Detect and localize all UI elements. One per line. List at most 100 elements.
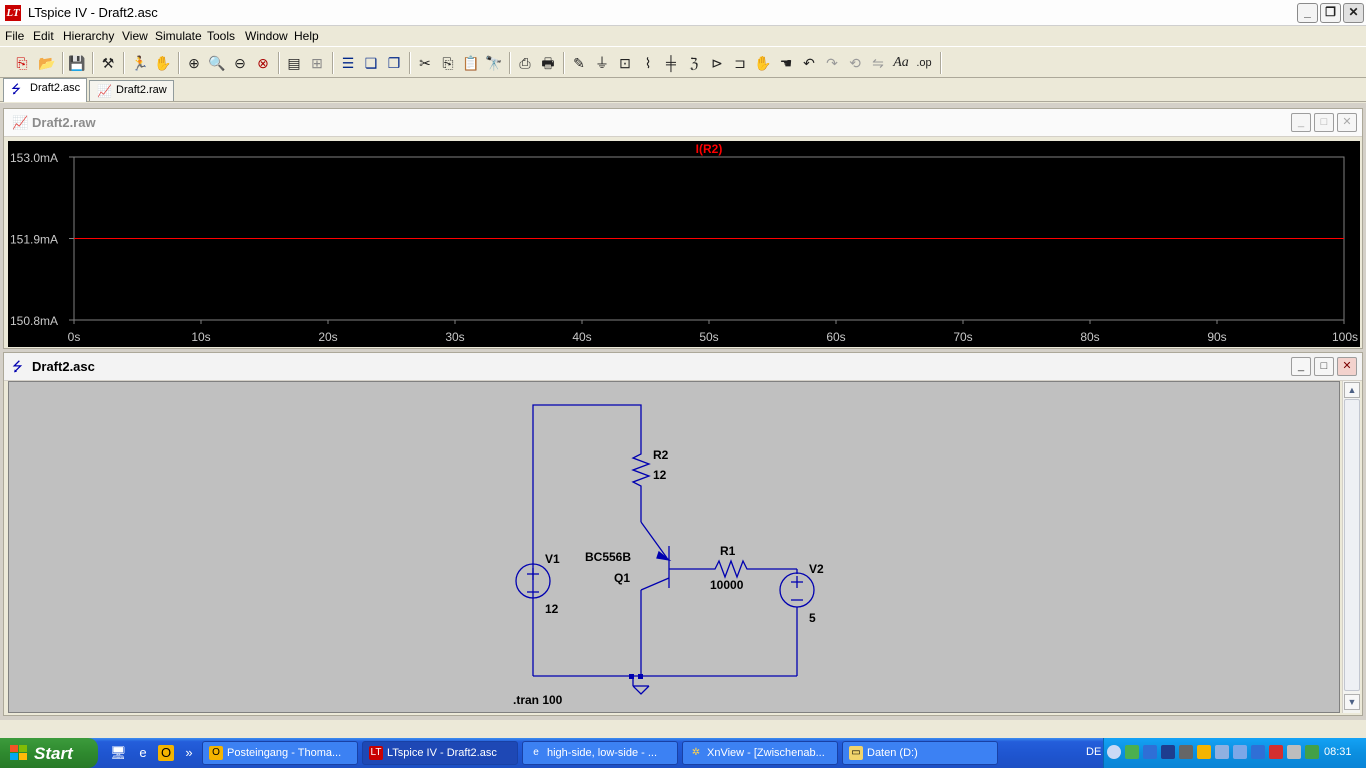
usb-icon[interactable] <box>1287 745 1301 759</box>
vertical-scrollbar[interactable]: ▲ ▼ <box>1342 381 1360 713</box>
pen-icon[interactable] <box>1215 745 1229 759</box>
menu-hierarchy[interactable]: Hierarchy <box>63 29 114 43</box>
close-button[interactable]: ✕ <box>1343 3 1364 23</box>
task-daten[interactable]: ▭ Daten (D:) <box>842 741 998 765</box>
draw-wire-icon[interactable]: ✎ <box>569 53 589 73</box>
control-panel-icon[interactable]: ⚒ <box>98 53 118 73</box>
menu-window[interactable]: Window <box>245 29 288 43</box>
outlook-icon[interactable]: O <box>158 745 174 761</box>
print-preview-icon[interactable]: ⎙ <box>515 53 535 73</box>
resistor-r2[interactable] <box>631 448 651 522</box>
language-indicator[interactable]: DE <box>1086 746 1101 758</box>
maximize-button[interactable]: □ <box>1314 357 1334 376</box>
more-quicklaunch-icon[interactable]: » <box>181 745 197 761</box>
menu-simulate[interactable]: Simulate <box>155 29 202 43</box>
resistor-icon[interactable]: ⌇ <box>638 53 658 73</box>
tile-vertical-icon[interactable]: ❐ <box>384 53 404 73</box>
y-tick-label: 151.9mA <box>10 233 58 247</box>
menu-file[interactable]: File <box>5 29 24 43</box>
waveform-plot[interactable]: I(R2) 153.0mA 151.9mA 150.8mA 0s 10s 20s 30s 4… <box>8 141 1360 347</box>
q1-emitter[interactable] <box>640 521 668 559</box>
minimize-button[interactable]: _ <box>1297 3 1318 23</box>
ground-icon[interactable]: ⏚ <box>592 53 612 73</box>
move-icon[interactable]: ✋ <box>753 53 773 73</box>
outlook-tray-icon[interactable] <box>1197 745 1211 759</box>
redo-icon[interactable]: ↷ <box>822 53 842 73</box>
text-icon[interactable]: Aa <box>891 53 911 73</box>
open-icon[interactable]: 📂 <box>37 53 57 73</box>
diode-icon[interactable]: ⊳ <box>707 53 727 73</box>
close-button[interactable]: ✕ <box>1337 357 1357 376</box>
scroll-thumb[interactable] <box>1344 399 1360 691</box>
scroll-down-button[interactable]: ▼ <box>1344 694 1360 710</box>
grid-icon[interactable]: ⊞ <box>307 53 327 73</box>
waveform-window-caption[interactable]: 📈 Draft2.raw _ □ ✕ <box>4 109 1362 137</box>
menu-help[interactable]: Help <box>294 29 319 43</box>
ltspice-icon[interactable]: LT <box>5 5 21 21</box>
print-icon[interactable]: 🖶 <box>538 53 558 73</box>
undo-icon[interactable]: ↶ <box>799 53 819 73</box>
rotate-icon[interactable]: ⟲ <box>845 53 865 73</box>
copy-icon[interactable]: ⎘ <box>438 53 458 73</box>
toolbar-separator <box>940 52 942 74</box>
task-browser[interactable]: e high-side, low-side - ... <box>522 741 678 765</box>
menu-tools[interactable]: Tools <box>207 29 235 43</box>
security-icon[interactable] <box>1269 745 1283 759</box>
bluetooth-icon[interactable] <box>1251 745 1265 759</box>
zoom-cancel-icon[interactable]: ⊗ <box>253 53 273 73</box>
maximize-button[interactable]: □ <box>1314 113 1334 132</box>
component-icon[interactable]: ⊐ <box>730 53 750 73</box>
label-net-icon[interactable]: ⊡ <box>615 53 635 73</box>
minimize-button[interactable]: _ <box>1291 357 1311 376</box>
spice-directive-icon[interactable]: .op <box>914 53 934 73</box>
tab-draft2-raw[interactable]: 📈 Draft2.raw <box>89 80 174 101</box>
network-icon[interactable] <box>1125 745 1139 759</box>
schematic-drawing[interactable]: R2 12 V1 12 BC556B Q1 R1 10000 V2 5 .tra… <box>9 382 1339 712</box>
pan-icon[interactable]: ✋ <box>153 53 173 73</box>
autorange-icon[interactable]: ▤ <box>284 53 304 73</box>
spice-directive[interactable]: .tran 100 <box>513 693 563 707</box>
monitor-icon[interactable] <box>1143 745 1157 759</box>
start-button[interactable]: Start <box>0 738 98 768</box>
plot-canvas[interactable]: I(R2) 153.0mA 151.9mA 150.8mA 0s 10s 20s 30s 4… <box>8 141 1360 347</box>
wire-top[interactable] <box>532 404 642 676</box>
tray-expand-icon[interactable] <box>1107 745 1121 759</box>
zoom-area-icon[interactable]: 🔍 <box>207 53 227 73</box>
resistor-r1[interactable] <box>709 559 797 579</box>
scroll-up-button[interactable]: ▲ <box>1344 382 1360 398</box>
paste-icon[interactable]: 📋 <box>461 53 481 73</box>
task-xnview[interactable]: ✲ XnView - [Zwischenab... <box>682 741 838 765</box>
menu-view[interactable]: View <box>122 29 148 43</box>
find-icon[interactable]: 🔭 <box>484 53 504 73</box>
q1-collector[interactable] <box>640 577 670 591</box>
new-schematic-icon[interactable]: ⎘ <box>12 53 32 73</box>
drag-icon[interactable]: ☚ <box>776 53 796 73</box>
search-icon[interactable] <box>1233 745 1247 759</box>
zoom-out-icon[interactable]: ⊖ <box>230 53 250 73</box>
minimize-button[interactable]: _ <box>1291 113 1311 132</box>
update-icon[interactable] <box>1305 745 1319 759</box>
save-icon[interactable]: 💾 <box>67 53 87 73</box>
schematic-canvas[interactable]: R2 12 V1 12 BC556B Q1 R1 10000 V2 5 .tra… <box>8 381 1340 713</box>
explorer-quicklaunch-icon[interactable]: 🖥 <box>110 745 127 761</box>
device-icon[interactable] <box>1179 745 1193 759</box>
tab-draft2-asc[interactable]: ⭍ Draft2.asc <box>3 78 88 102</box>
zoom-in-icon[interactable]: ⊕ <box>184 53 204 73</box>
inductor-icon[interactable]: ℨ <box>684 53 704 73</box>
task-posteingang[interactable]: O Posteingang - Thoma... <box>202 741 358 765</box>
waveform-window: 📈 Draft2.raw _ □ ✕ I(R2) 153.0mA 151.9mA 1… <box>3 108 1363 349</box>
audio-icon[interactable] <box>1161 745 1175 759</box>
menu-edit[interactable]: Edit <box>33 29 54 43</box>
restore-button[interactable]: ❐ <box>1320 3 1341 23</box>
mirror-icon[interactable]: ⇋ <box>868 53 888 73</box>
tile-horizontal-icon[interactable]: ☰ <box>338 53 358 73</box>
run-icon[interactable]: 🏃 <box>130 53 150 73</box>
close-button[interactable]: ✕ <box>1337 113 1357 132</box>
x-tick-label: 90s <box>1207 330 1226 344</box>
internet-explorer-icon[interactable]: e <box>135 745 151 761</box>
task-ltspice[interactable]: LT LTspice IV - Draft2.asc <box>362 741 518 765</box>
capacitor-icon[interactable]: ╪ <box>661 53 681 73</box>
cascade-icon[interactable]: ❏ <box>361 53 381 73</box>
schematic-window-caption[interactable]: ⭍ Draft2.asc _ □ ✕ <box>4 353 1362 381</box>
cut-icon[interactable]: ✂ <box>415 53 435 73</box>
